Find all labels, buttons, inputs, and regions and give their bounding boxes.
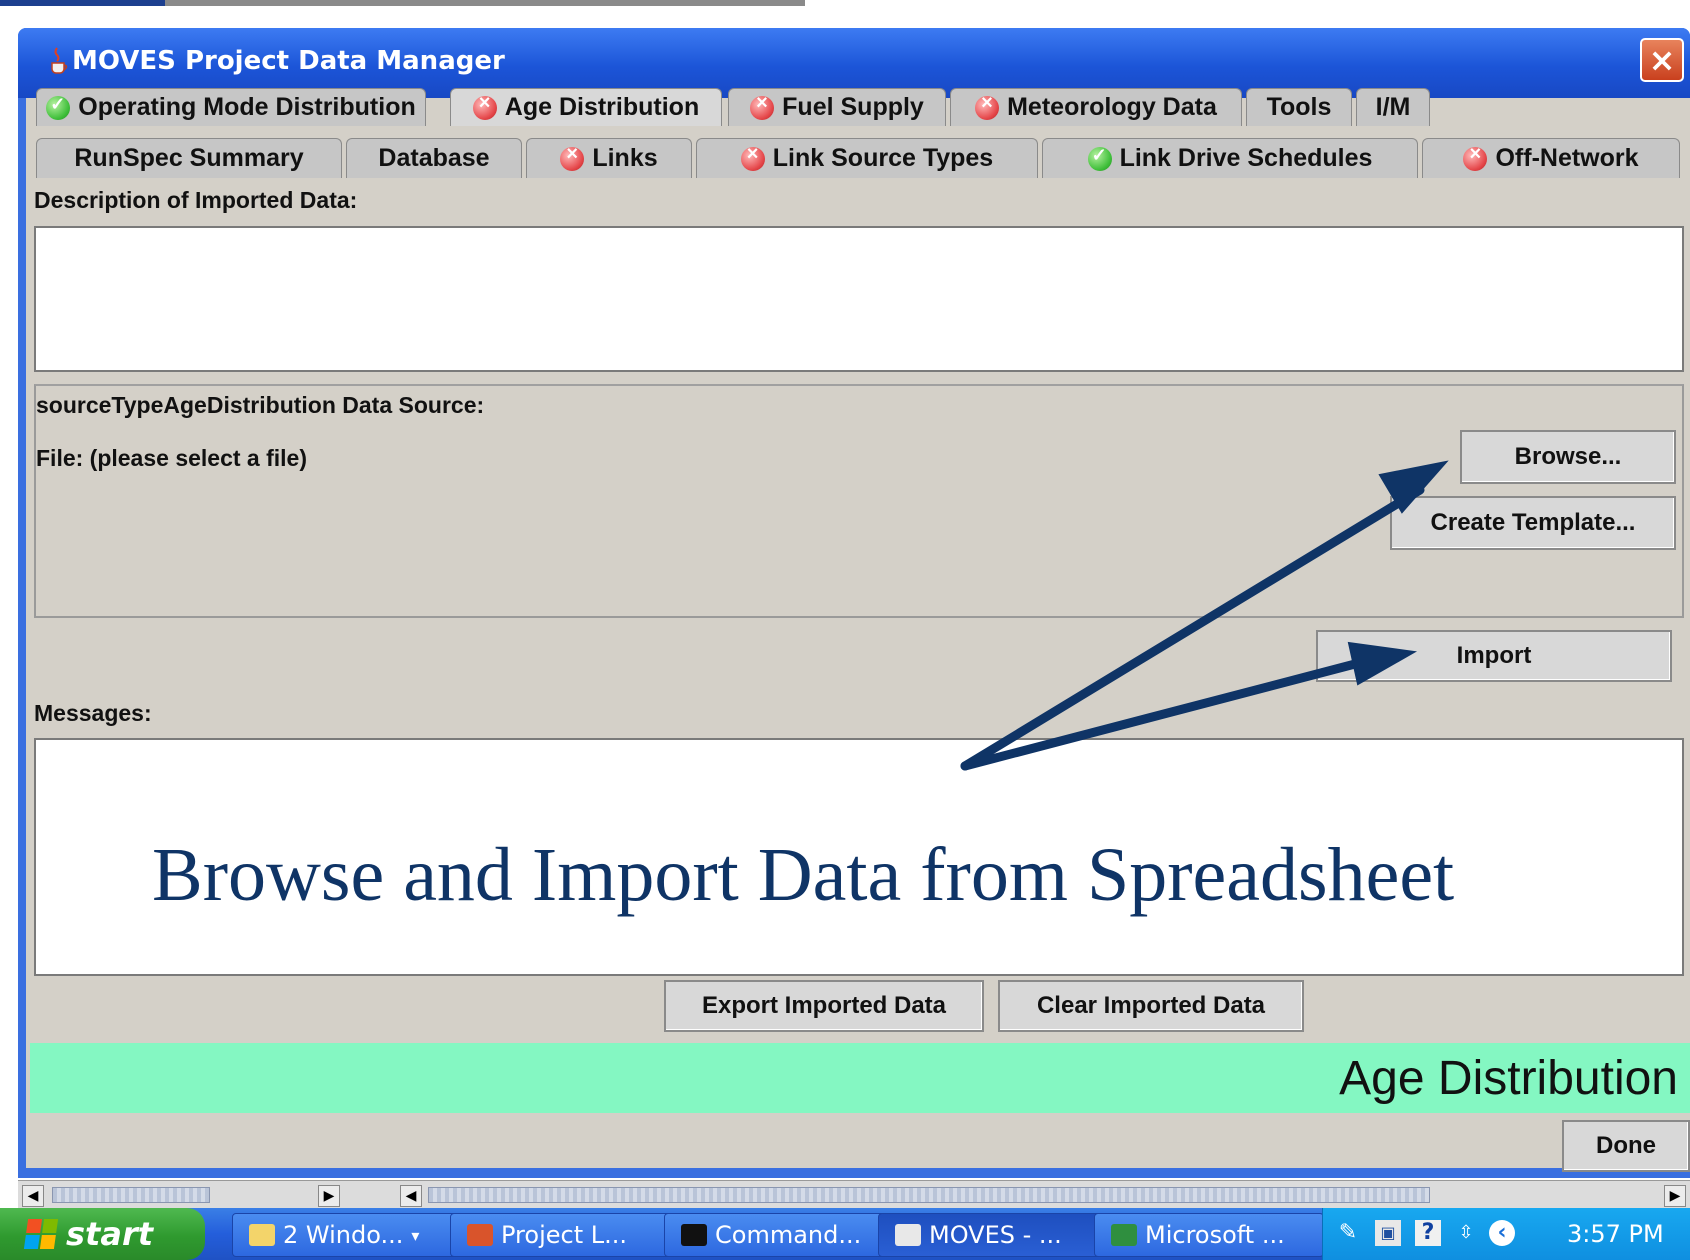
- horizontal-scrollbar[interactable]: ◀ ▶ ◀ ▶: [18, 1180, 1690, 1208]
- taskbar-item-label: Command...: [715, 1221, 862, 1249]
- scroll-right-icon[interactable]: ▶: [1664, 1185, 1686, 1207]
- microphone-icon[interactable]: ✎: [1335, 1220, 1361, 1246]
- java-icon: [895, 1224, 921, 1246]
- folder-icon: [249, 1224, 275, 1246]
- taskbar-item-label: MOVES - ...: [929, 1221, 1062, 1249]
- taskbar-item-label: Microsoft ...: [1145, 1221, 1285, 1249]
- arrow-head-import: [1347, 641, 1418, 686]
- export-imported-data-button[interactable]: Export Imported Data: [664, 980, 984, 1032]
- start-label: start: [66, 1215, 154, 1253]
- arrow-to-browse: [960, 485, 1425, 771]
- clock: 3:57 PM: [1567, 1220, 1664, 1248]
- console-icon: [681, 1224, 707, 1246]
- taskbar-item-project[interactable]: Project L...: [450, 1213, 674, 1257]
- excel-icon: [1111, 1224, 1137, 1246]
- clear-imported-data-button[interactable]: Clear Imported Data: [998, 980, 1304, 1032]
- taskbar-item-label: Project L...: [501, 1221, 627, 1249]
- chevron-left-icon[interactable]: ‹: [1489, 1220, 1515, 1246]
- arrow-to-import: [960, 659, 1360, 771]
- taskbar-item-microsoft[interactable]: Microsoft ...: [1094, 1213, 1324, 1257]
- done-button[interactable]: Done: [1562, 1120, 1690, 1172]
- scroll-right-icon[interactable]: ▶: [318, 1185, 340, 1207]
- scroll-thumb[interactable]: [52, 1187, 210, 1203]
- start-button[interactable]: start: [0, 1208, 205, 1260]
- chevron-down-icon: ▾: [411, 1225, 420, 1245]
- language-bar-icon[interactable]: ▣: [1375, 1220, 1401, 1246]
- help-icon[interactable]: ?: [1415, 1220, 1441, 1246]
- scroll-left-icon[interactable]: ◀: [22, 1185, 44, 1207]
- taskbar-item-windows[interactable]: 2 Windo... ▾: [232, 1213, 460, 1257]
- section-banner: Age Distribution: [30, 1043, 1690, 1113]
- scroll-thumb[interactable]: [428, 1187, 1430, 1203]
- taskbar-item-label: 2 Windo...: [283, 1221, 404, 1249]
- taskbar-item-command[interactable]: Command...: [664, 1213, 888, 1257]
- powerpoint-icon: [467, 1224, 493, 1246]
- annotation-caption: Browse and Import Data from Spreadsheet: [152, 833, 1455, 917]
- banner-label: Age Distribution: [1339, 1052, 1678, 1105]
- restore-icon[interactable]: ⇳: [1453, 1220, 1479, 1246]
- system-tray: ✎ ▣ ? ⇳ ‹ 3:57 PM: [1322, 1208, 1690, 1260]
- windows-logo-icon: [23, 1219, 59, 1249]
- taskbar-item-moves[interactable]: MOVES - ...: [878, 1213, 1104, 1257]
- scroll-left-icon[interactable]: ◀: [400, 1185, 422, 1207]
